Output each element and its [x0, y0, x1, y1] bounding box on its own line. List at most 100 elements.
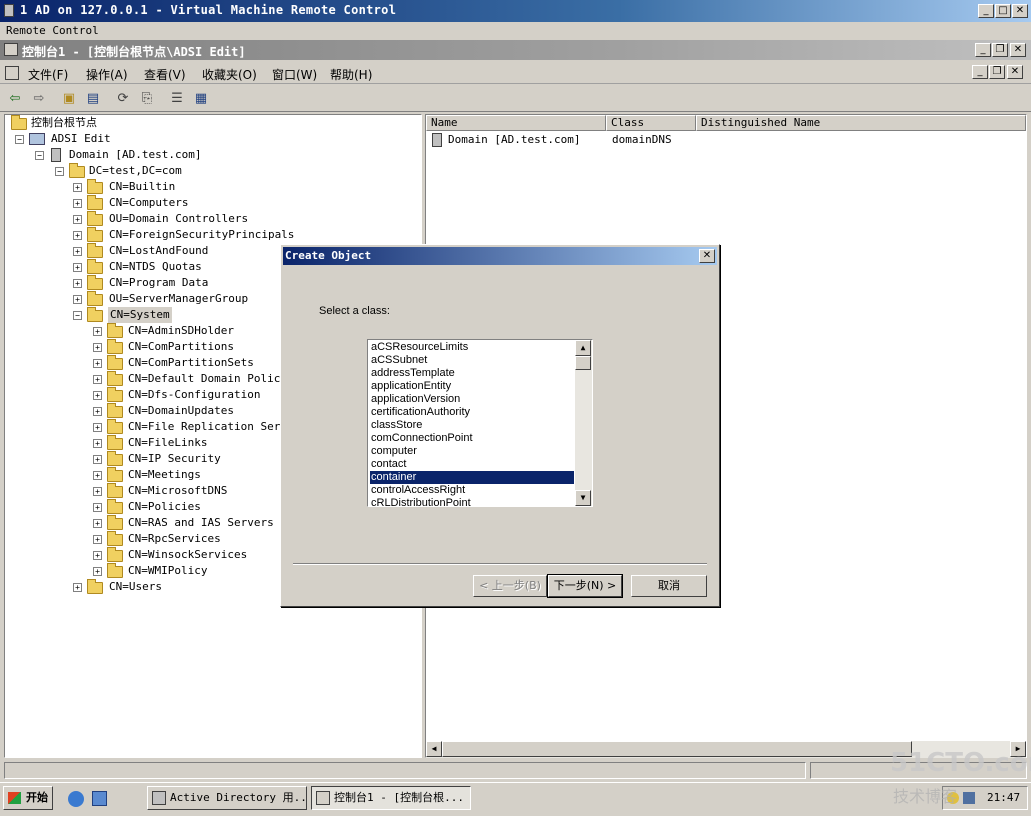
expand-icon[interactable]: +: [73, 279, 82, 288]
dialog-separator: [293, 563, 707, 565]
expand-icon[interactable]: +: [93, 455, 102, 464]
expand-icon[interactable]: +: [73, 231, 82, 240]
class-list-item[interactable]: computer: [370, 445, 574, 458]
column-header-name[interactable]: Name: [426, 115, 606, 131]
show-tree-icon[interactable]: ▤: [84, 90, 102, 108]
class-list-item[interactable]: aCSResourceLimits: [370, 341, 574, 354]
export-icon[interactable]: ⎘: [138, 90, 156, 108]
tree-node-label: CN=Users: [109, 580, 162, 593]
class-list-item[interactable]: applicationEntity: [370, 380, 574, 393]
expand-icon[interactable]: +: [73, 263, 82, 272]
remote-control-menu[interactable]: Remote Control: [6, 24, 99, 37]
tree-node-label: CN=WMIPolicy: [128, 564, 208, 577]
task-console[interactable]: 控制台1 - [控制台根...: [311, 786, 471, 810]
taskbar: 开始 Active Directory 用... 控制台1 - [控制台根...…: [0, 782, 1031, 816]
help-icon[interactable]: ▦: [192, 90, 210, 108]
scroll-left-button[interactable]: ◀: [426, 741, 442, 757]
vm-window-title: 1 AD on 127.0.0.1 - Virtual Machine Remo…: [20, 3, 397, 17]
scroll-down-button[interactable]: ▼: [575, 490, 591, 506]
expand-icon[interactable]: +: [93, 471, 102, 480]
select-class-label: Select a class:: [319, 305, 390, 317]
collapse-icon[interactable]: −: [35, 151, 44, 160]
class-list-item[interactable]: classStore: [370, 419, 574, 432]
menu-window[interactable]: 窗口(W): [272, 66, 317, 83]
up-folder-icon[interactable]: ▣: [60, 90, 78, 108]
class-list-item[interactable]: addressTemplate: [370, 367, 574, 380]
expand-icon[interactable]: +: [93, 343, 102, 352]
expand-icon[interactable]: +: [73, 295, 82, 304]
menu-action[interactable]: 操作(A): [86, 66, 128, 83]
forward-arrow-icon[interactable]: ⇨: [30, 90, 48, 108]
expand-icon[interactable]: +: [93, 391, 102, 400]
mmc-close-button[interactable]: ✕: [1010, 43, 1026, 57]
ie-icon[interactable]: [68, 791, 84, 807]
task-active-directory[interactable]: Active Directory 用...: [147, 786, 307, 810]
class-list-item[interactable]: aCSSubnet: [370, 354, 574, 367]
expand-icon[interactable]: +: [93, 503, 102, 512]
next-button[interactable]: 下一步(N) >: [547, 574, 623, 598]
folder-icon: [107, 515, 123, 530]
desktop-icon[interactable]: [92, 791, 107, 806]
clock[interactable]: 21:47: [987, 791, 1020, 804]
mmc-minimize-button[interactable]: _: [975, 43, 991, 57]
expand-icon[interactable]: +: [93, 567, 102, 576]
column-header-class[interactable]: Class: [606, 115, 696, 131]
expand-icon[interactable]: +: [73, 183, 82, 192]
expand-icon[interactable]: +: [93, 359, 102, 368]
class-list-item[interactable]: contact: [370, 458, 574, 471]
expand-icon[interactable]: +: [73, 199, 82, 208]
child-minimize-button[interactable]: _: [972, 65, 988, 79]
expand-icon[interactable]: +: [93, 423, 102, 432]
collapse-icon[interactable]: −: [73, 311, 82, 320]
windows-logo-icon: [8, 792, 21, 804]
expand-icon[interactable]: +: [73, 583, 82, 592]
collapse-icon[interactable]: −: [55, 167, 64, 176]
properties-icon[interactable]: ☰: [168, 90, 186, 108]
vm-minimize-button[interactable]: _: [978, 4, 994, 18]
expand-icon[interactable]: +: [93, 439, 102, 448]
network-icon[interactable]: [963, 792, 975, 804]
dialog-close-button[interactable]: ✕: [699, 249, 715, 263]
mmc-restore-button[interactable]: ❐: [992, 43, 1008, 57]
class-list-item[interactable]: cRLDistributionPoint: [370, 497, 574, 506]
folder-icon: [87, 579, 103, 594]
menu-view[interactable]: 查看(V): [144, 66, 186, 83]
expand-icon[interactable]: +: [93, 487, 102, 496]
refresh-icon[interactable]: ⟳: [114, 90, 132, 108]
vm-close-button[interactable]: ✕: [1012, 4, 1028, 18]
start-button[interactable]: 开始: [3, 786, 53, 810]
scroll-thumb[interactable]: [575, 356, 591, 370]
class-list-scrollbar[interactable]: ▲ ▼: [575, 340, 592, 506]
expand-icon[interactable]: +: [93, 327, 102, 336]
expand-icon[interactable]: +: [73, 215, 82, 224]
expand-icon[interactable]: +: [93, 407, 102, 416]
expand-icon[interactable]: +: [93, 375, 102, 384]
scroll-up-button[interactable]: ▲: [575, 340, 591, 356]
back-arrow-icon[interactable]: ⇦: [6, 90, 24, 108]
tree-node-label: OU=ServerManagerGroup: [109, 292, 249, 305]
child-close-button[interactable]: ✕: [1007, 65, 1023, 79]
expand-icon[interactable]: +: [93, 551, 102, 560]
expand-icon[interactable]: +: [93, 519, 102, 528]
menu-favorites[interactable]: 收藏夹(O): [202, 66, 257, 83]
class-list-item[interactable]: applicationVersion: [370, 393, 574, 406]
class-listbox[interactable]: aCSResourceLimits aCSSubnet addressTemplat…: [367, 339, 593, 507]
child-restore-button[interactable]: ❐: [989, 65, 1005, 79]
collapse-icon[interactable]: −: [15, 135, 24, 144]
expand-icon[interactable]: +: [93, 535, 102, 544]
menu-help[interactable]: 帮助(H): [330, 66, 372, 83]
folder-icon: [107, 355, 123, 370]
class-list-item[interactable]: comConnectionPoint: [370, 432, 574, 445]
cancel-button[interactable]: 取消: [631, 575, 707, 597]
class-list-item[interactable]: controlAccessRight: [370, 484, 574, 497]
expand-icon[interactable]: +: [73, 247, 82, 256]
tree-node-label: ADSI Edit: [51, 132, 111, 145]
menu-file[interactable]: 文件(F): [28, 66, 68, 83]
vm-maximize-button[interactable]: □: [995, 4, 1011, 18]
column-header-dn[interactable]: Distinguished Name: [696, 115, 1026, 131]
class-list-item[interactable]: certificationAuthority: [370, 406, 574, 419]
scroll-thumb[interactable]: [442, 741, 912, 757]
folder-icon: [107, 467, 123, 482]
back-button[interactable]: < 上一步(B): [473, 575, 547, 597]
class-list-item[interactable]: container: [370, 471, 574, 484]
